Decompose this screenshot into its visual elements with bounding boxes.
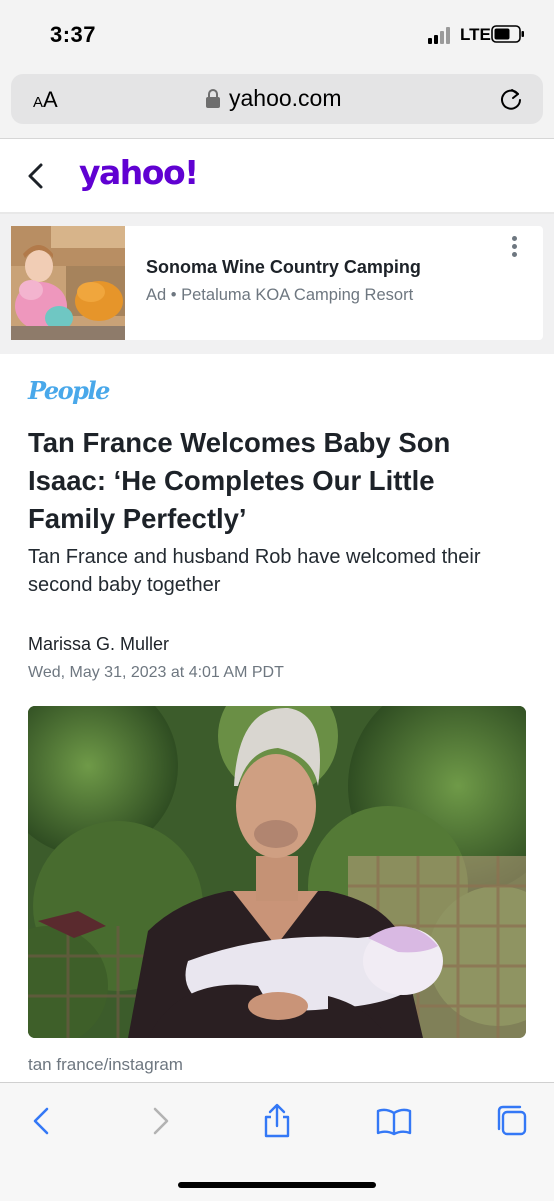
site-header: yahoo! — [0, 139, 554, 213]
bookmarks-icon[interactable] — [376, 1103, 412, 1139]
status-bar: 3:37 LTE AA yahoo.com — [0, 0, 554, 124]
tabs-icon[interactable] — [494, 1103, 530, 1139]
ad-section: Sonoma Wine Country Camping Ad • Petalum… — [0, 214, 554, 354]
signal-icon — [428, 26, 454, 44]
network-label: LTE — [460, 25, 491, 44]
back-icon[interactable] — [24, 1103, 60, 1139]
lock-icon — [206, 89, 220, 108]
back-chevron-icon[interactable] — [24, 161, 48, 191]
status-time: 3:37 — [50, 22, 97, 47]
share-icon[interactable] — [259, 1103, 295, 1139]
ad-title[interactable]: Sonoma Wine Country Camping — [146, 257, 421, 278]
address-bar[interactable]: AA yahoo.com — [11, 74, 543, 124]
more-options-icon[interactable] — [507, 236, 521, 264]
text-size-button[interactable]: AA — [33, 87, 58, 113]
photo-credit: tan france/instagram — [28, 1055, 183, 1074]
ad-subtitle: Ad • Petaluma KOA Camping Resort — [146, 286, 414, 304]
ad-card[interactable]: Sonoma Wine Country Camping Ad • Petalum… — [11, 226, 543, 340]
reload-icon[interactable] — [498, 86, 524, 112]
article-author[interactable]: Marissa G. Muller — [28, 634, 169, 655]
article-headline: Tan France Welcomes Baby Son Isaac: ‘He … — [28, 427, 451, 534]
home-indicator[interactable] — [178, 1182, 376, 1188]
publisher-logo[interactable]: People — [28, 376, 110, 405]
ad-image[interactable] — [11, 226, 125, 340]
article-date: Wed, May 31, 2023 at 4:01 AM PDT — [28, 664, 284, 681]
article-photo[interactable] — [28, 706, 526, 1038]
forward-icon[interactable] — [142, 1103, 178, 1139]
yahoo-logo[interactable]: yahoo! — [79, 153, 199, 192]
battery-icon — [491, 25, 524, 43]
article-subheadline: Tan France and husband Rob have welcomed… — [28, 546, 481, 596]
url-domain[interactable]: yahoo.com — [229, 85, 342, 112]
